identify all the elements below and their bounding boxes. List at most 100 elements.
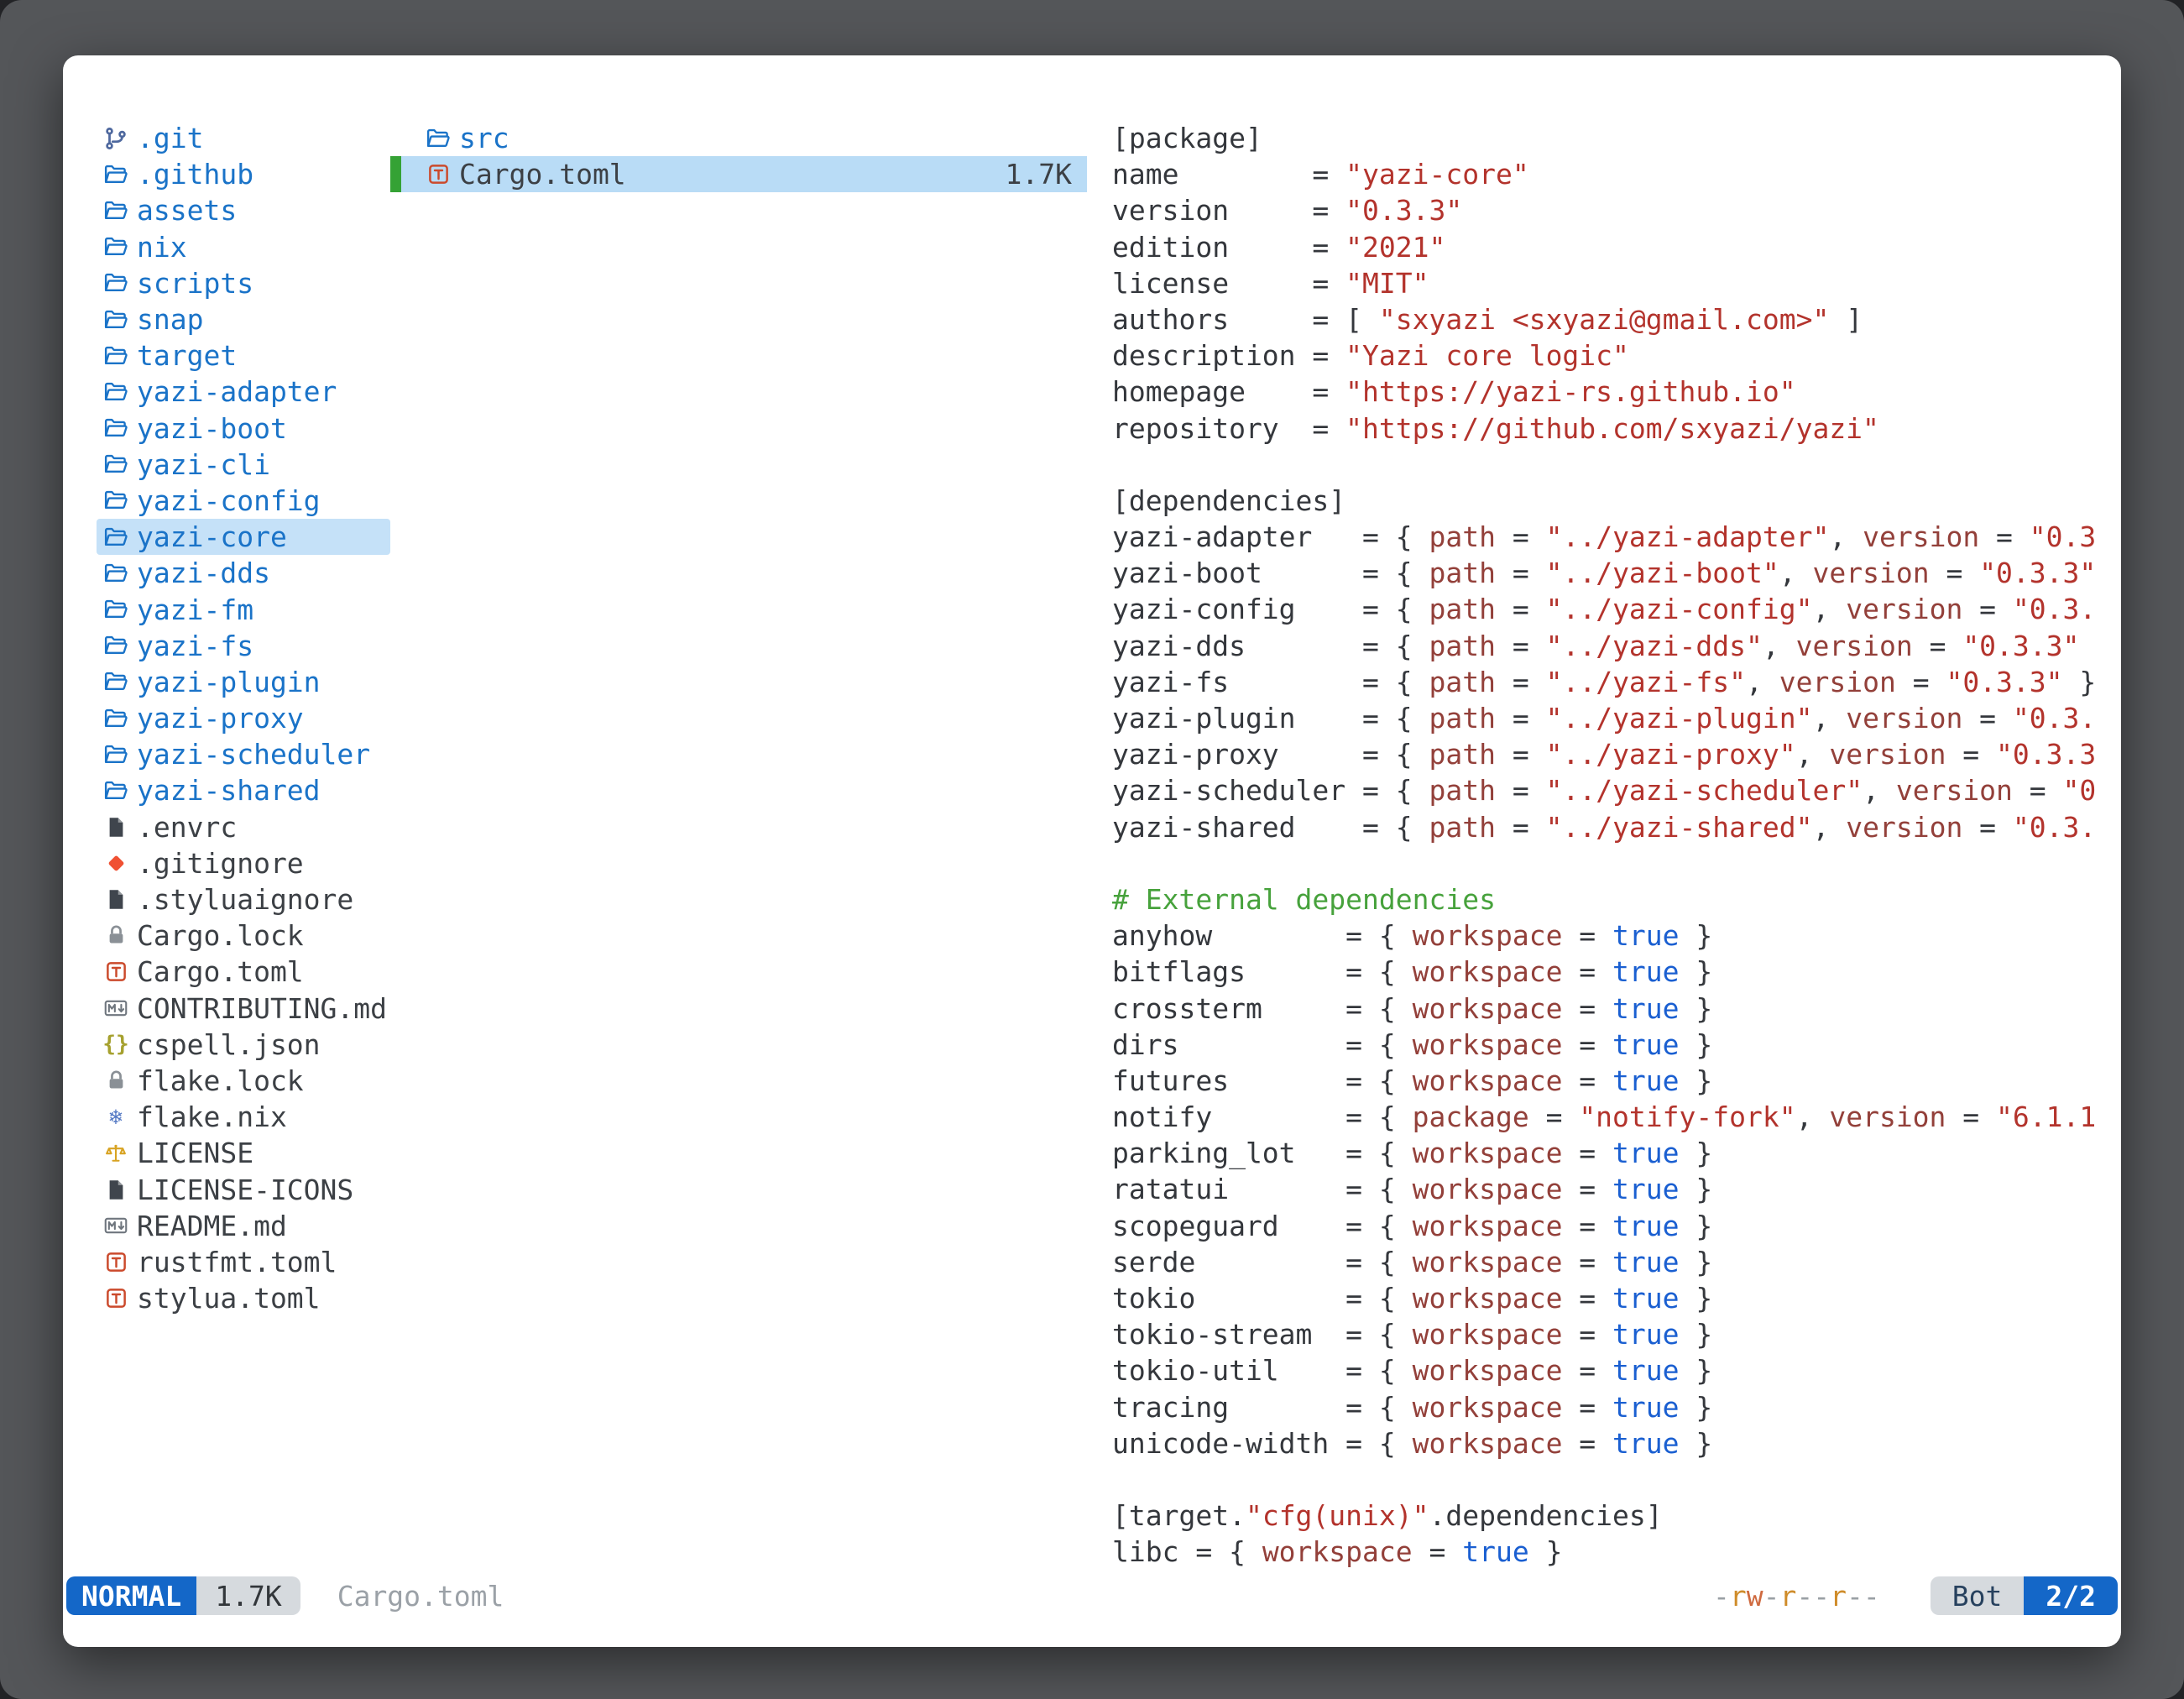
code-line: yazi-plugin = { path = "../yazi-plugin",… xyxy=(1112,700,2111,736)
folder-icon xyxy=(424,124,452,153)
dir-item-yazi-plugin[interactable]: yazi-plugin xyxy=(97,664,390,700)
toml-icon xyxy=(424,160,452,189)
folder-icon xyxy=(102,414,130,442)
file-icon xyxy=(102,813,130,841)
folder-icon xyxy=(102,595,130,624)
dir-item-yazi-config[interactable]: yazi-config xyxy=(97,483,390,519)
desktop-background: .git.githubassetsnixscriptssnaptargetyaz… xyxy=(0,0,2184,1699)
item-label: LICENSE-ICONS xyxy=(137,1174,353,1206)
file-preview-pane: [package]name = "yazi-core"version = "0.… xyxy=(1112,120,2111,1571)
code-line: notify = { package = "notify-fork", vers… xyxy=(1112,1099,2111,1135)
file-item-stylua.toml[interactable]: stylua.toml xyxy=(97,1280,390,1316)
code-line: yazi-scheduler = { path = "../yazi-sched… xyxy=(1112,772,2111,808)
folder-icon xyxy=(102,269,130,297)
code-line: yazi-dds = { path = "../yazi-dds", versi… xyxy=(1112,628,2111,664)
item-label: CONTRIBUTING.md xyxy=(137,992,387,1025)
markdown-icon xyxy=(102,1211,130,1240)
code-line: yazi-boot = { path = "../yazi-boot", ver… xyxy=(1112,555,2111,591)
item-label: yazi-plugin xyxy=(137,666,321,698)
dir-item-assets[interactable]: assets xyxy=(97,192,390,228)
folder-icon xyxy=(102,704,130,733)
file-item-README.md[interactable]: README.md xyxy=(97,1208,390,1244)
dir-item-nix[interactable]: nix xyxy=(97,229,390,265)
file-item-Cargo.toml[interactable]: Cargo.toml xyxy=(97,954,390,990)
current-directory-pane: srcCargo.toml1.7K xyxy=(390,120,1087,192)
status-file-size: 1.7K xyxy=(196,1576,300,1615)
item-label: yazi-shared xyxy=(137,774,321,807)
item-label: cspell.json xyxy=(137,1028,321,1061)
file-item-.styluaignore[interactable]: .styluaignore xyxy=(97,881,390,917)
toml-icon xyxy=(102,1284,130,1313)
code-line: [dependencies] xyxy=(1112,483,2111,519)
scroll-position-indicator: Bot xyxy=(1931,1576,2025,1615)
code-line: name = "yazi-core" xyxy=(1112,156,2111,192)
file-item-flake.nix[interactable]: ❄flake.nix xyxy=(97,1099,390,1135)
dir-item-yazi-core[interactable]: yazi-core xyxy=(97,519,390,555)
dir-item-.git[interactable]: .git xyxy=(97,120,390,156)
code-line: dirs = { workspace = true } xyxy=(1112,1027,2111,1063)
code-line: yazi-config = { path = "../yazi-config",… xyxy=(1112,591,2111,627)
item-label: LICENSE xyxy=(137,1137,253,1169)
code-line: [target."cfg(unix)".dependencies] xyxy=(1112,1498,2111,1534)
folder-icon xyxy=(102,523,130,552)
dir-item-yazi-fs[interactable]: yazi-fs xyxy=(97,628,390,664)
folder-icon xyxy=(102,160,130,189)
file-icon xyxy=(102,1175,130,1204)
file-item-.gitignore[interactable]: .gitignore xyxy=(97,845,390,881)
file-item-Cargo.lock[interactable]: Cargo.lock xyxy=(97,917,390,954)
dir-item-snap[interactable]: snap xyxy=(97,301,390,337)
dir-item-yazi-proxy[interactable]: yazi-proxy xyxy=(97,700,390,736)
folder-icon xyxy=(102,342,130,370)
file-item-rustfmt.toml[interactable]: rustfmt.toml xyxy=(97,1244,390,1280)
folder-icon xyxy=(102,667,130,696)
item-label: rustfmt.toml xyxy=(137,1246,337,1278)
code-line: authors = [ "sxyazi <sxyazi@gmail.com>" … xyxy=(1112,301,2111,337)
item-label: yazi-cli xyxy=(137,448,270,481)
code-line: yazi-adapter = { path = "../yazi-adapter… xyxy=(1112,519,2111,555)
file-item-.envrc[interactable]: .envrc xyxy=(97,809,390,845)
file-item-Cargo.toml[interactable]: Cargo.toml1.7K xyxy=(390,156,1087,192)
item-label: stylua.toml xyxy=(137,1282,321,1315)
file-item-LICENSE[interactable]: LICENSE xyxy=(97,1135,390,1171)
item-label: yazi-scheduler xyxy=(137,738,370,771)
item-label: yazi-adapter xyxy=(137,375,337,408)
code-line: bitflags = { workspace = true } xyxy=(1112,954,2111,990)
markdown-icon xyxy=(102,994,130,1022)
code-line: tokio = { workspace = true } xyxy=(1112,1280,2111,1316)
dir-item-yazi-fm[interactable]: yazi-fm xyxy=(97,591,390,627)
folder-icon xyxy=(102,559,130,588)
dir-item-yazi-boot[interactable]: yazi-boot xyxy=(97,410,390,447)
dir-item-yazi-cli[interactable]: yazi-cli xyxy=(97,447,390,483)
code-line: version = "0.3.3" xyxy=(1112,192,2111,228)
item-label: src xyxy=(459,122,509,154)
code-line xyxy=(1112,1461,2111,1498)
item-label: yazi-boot xyxy=(137,412,287,445)
file-item-LICENSE-ICONS[interactable]: LICENSE-ICONS xyxy=(97,1171,390,1207)
file-item-CONTRIBUTING.md[interactable]: CONTRIBUTING.md xyxy=(97,991,390,1027)
dir-item-yazi-adapter[interactable]: yazi-adapter xyxy=(97,374,390,410)
dir-item-scripts[interactable]: scripts xyxy=(97,265,390,301)
dir-item-target[interactable]: target xyxy=(97,337,390,374)
dir-item-yazi-scheduler[interactable]: yazi-scheduler xyxy=(97,736,390,772)
dir-item-yazi-dds[interactable]: yazi-dds xyxy=(97,555,390,591)
toml-icon xyxy=(102,1247,130,1276)
item-label: nix xyxy=(137,231,187,264)
file-item-cspell.json[interactable]: {}cspell.json xyxy=(97,1027,390,1063)
item-label: flake.lock xyxy=(137,1064,304,1097)
item-label: scripts xyxy=(137,267,253,300)
file-item-flake.lock[interactable]: flake.lock xyxy=(97,1063,390,1099)
item-label: flake.nix xyxy=(137,1100,287,1133)
item-label: Cargo.toml xyxy=(137,955,304,988)
mode-indicator: NORMAL xyxy=(66,1576,196,1615)
parent-directory-pane: .git.githubassetsnixscriptssnaptargetyaz… xyxy=(97,120,390,1316)
dir-item-yazi-shared[interactable]: yazi-shared xyxy=(97,772,390,808)
folder-icon xyxy=(102,233,130,261)
status-bar: NORMAL 1.7K Cargo.toml -rw-r--r-- Bot 2/… xyxy=(66,1576,2118,1615)
code-line: description = "Yazi core logic" xyxy=(1112,337,2111,374)
code-line: # External dependencies xyxy=(1112,881,2111,917)
git-branch-icon xyxy=(102,124,130,153)
dir-item-src[interactable]: src xyxy=(390,120,1087,156)
dir-item-.github[interactable]: .github xyxy=(97,156,390,192)
code-line: scopeguard = { workspace = true } xyxy=(1112,1208,2111,1244)
code-line: ratatui = { workspace = true } xyxy=(1112,1171,2111,1207)
